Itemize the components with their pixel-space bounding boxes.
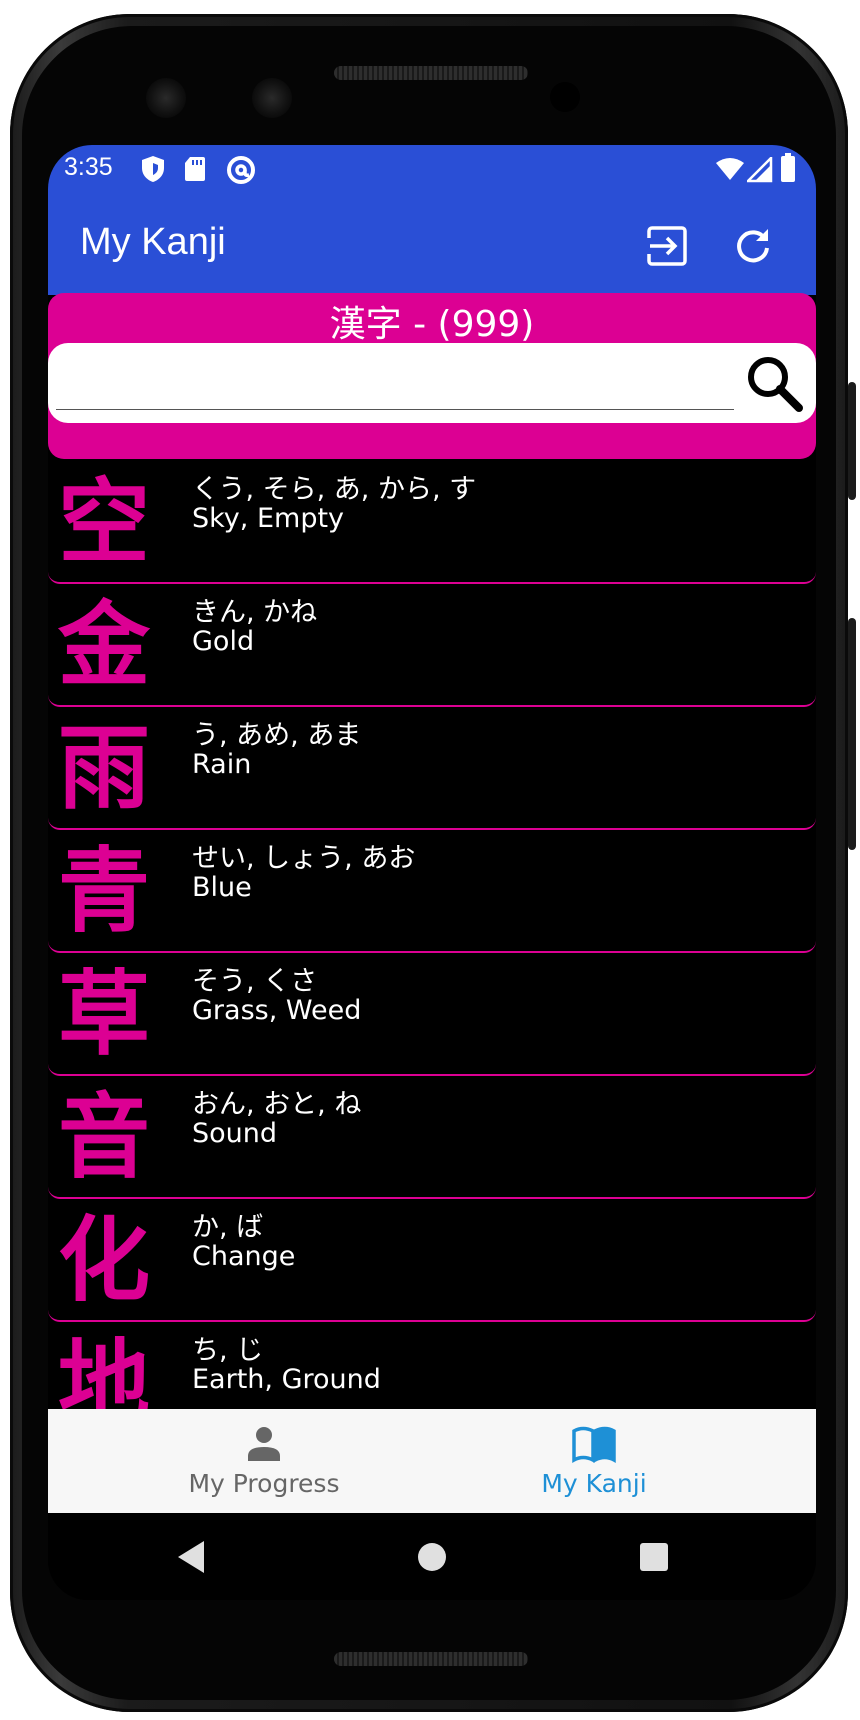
volume-button [848, 618, 856, 850]
kanji-meaning: Grass, Weed [192, 995, 362, 1026]
search-icon[interactable] [744, 353, 804, 413]
login-icon[interactable] [646, 225, 688, 267]
search-box [48, 343, 816, 423]
list-item[interactable]: 化 か, ば Change [48, 1199, 816, 1322]
bottom-navigation: My Progress My Kanji [48, 1409, 816, 1513]
kanji-readings: きん, かね [192, 597, 318, 628]
nav-my-kanji[interactable]: My Kanji [402, 1409, 786, 1513]
list-item[interactable]: 雨 う, あめ, あま Rain [48, 707, 816, 830]
status-time: 3:35 [64, 153, 113, 181]
kanji-list: 空 くう, そら, あ, から, す Sky, Empty 金 きん, かね G… [48, 461, 816, 1411]
person-icon [248, 1427, 280, 1461]
kanji-count-title: 漢字 - (999) [329, 304, 535, 345]
kanji-readings: そう, くさ [192, 966, 318, 997]
kanji-character: 雨 [58, 715, 151, 822]
top-speaker [334, 66, 528, 80]
search-underline [56, 409, 734, 410]
nav-label-my-progress: My Progress [188, 1469, 340, 1498]
app-title: My Kanji [80, 221, 226, 263]
front-sensor [252, 78, 292, 118]
kanji-readings: くう, そら, あ, から, す [192, 474, 477, 505]
power-button [848, 382, 856, 500]
signal-icon [747, 157, 773, 183]
kanji-meaning: Change [192, 1241, 296, 1272]
battery-icon [781, 153, 795, 182]
kanji-character: 音 [58, 1084, 151, 1191]
bottom-speaker [334, 1652, 528, 1666]
kanji-readings: う, あめ, あま [192, 720, 362, 751]
app-bar: My Kanji [48, 195, 816, 295]
kanji-character: 空 [58, 469, 151, 576]
kanji-character: 地 [58, 1330, 151, 1411]
front-camera [146, 78, 186, 118]
list-item[interactable]: 草 そう, くさ Grass, Weed [48, 953, 816, 1076]
kanji-meaning: Sky, Empty [192, 503, 345, 534]
kanji-readings: か, ば [192, 1212, 264, 1243]
kanji-meaning: Gold [192, 626, 255, 657]
proximity-sensor [550, 82, 580, 112]
list-item[interactable]: 地 ち, じ Earth, Ground [48, 1322, 816, 1411]
kanji-meaning: Sound [192, 1118, 278, 1149]
list-item[interactable]: 音 おん, おと, ね Sound [48, 1076, 816, 1199]
list-item[interactable]: 青 せい, しょう, あお Blue [48, 830, 816, 953]
kanji-character: 化 [58, 1207, 151, 1314]
wifi-icon [716, 158, 744, 180]
kanji-readings: せい, しょう, あお [192, 843, 416, 874]
shield-icon [142, 156, 164, 182]
search-input[interactable] [60, 353, 724, 405]
kanji-character: 金 [58, 592, 151, 699]
list-item[interactable]: 金 きん, かね Gold [48, 584, 816, 707]
book-icon [572, 1426, 616, 1463]
refresh-icon[interactable] [732, 225, 774, 267]
back-icon[interactable] [172, 1537, 212, 1577]
nav-label-my-kanji: My Kanji [541, 1469, 647, 1498]
nav-my-progress[interactable]: My Progress [72, 1409, 456, 1513]
at-sign-icon [227, 156, 255, 184]
kanji-meaning: Blue [192, 872, 252, 903]
recents-icon[interactable] [634, 1537, 674, 1577]
screen: 3:35 My Kanji 漢字 - (999) 空 くう, そら, あ, から… [48, 145, 816, 1600]
system-navigation-bar [48, 1513, 816, 1600]
kanji-readings: ち, じ [192, 1335, 264, 1366]
home-icon[interactable] [412, 1537, 452, 1577]
kanji-character: 草 [58, 961, 151, 1068]
kanji-character: 青 [58, 838, 151, 945]
kanji-header-panel: 漢字 - (999) [48, 293, 816, 459]
list-item[interactable]: 空 くう, そら, あ, から, す Sky, Empty [48, 461, 816, 584]
sd-card-icon [185, 157, 205, 181]
kanji-meaning: Rain [192, 749, 252, 780]
kanji-readings: おん, おと, ね [192, 1089, 362, 1120]
kanji-meaning: Earth, Ground [192, 1364, 381, 1395]
status-bar: 3:35 [48, 145, 816, 195]
